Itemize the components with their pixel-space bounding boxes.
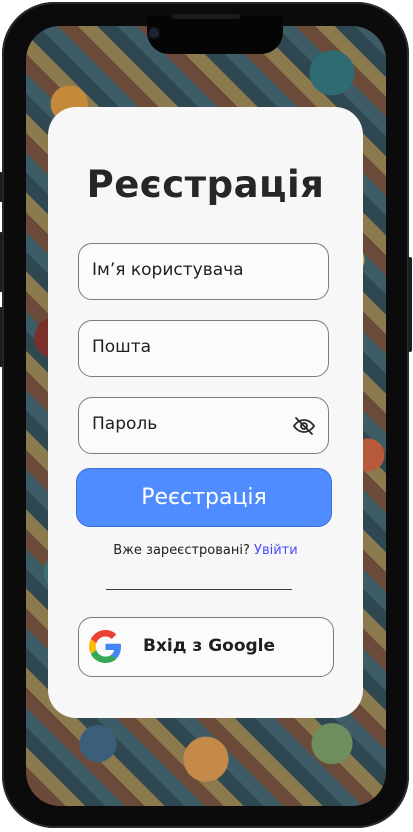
register-button[interactable]: Реєстрація xyxy=(76,468,332,527)
notch xyxy=(147,16,283,54)
password-field[interactable]: Пароль xyxy=(78,397,329,454)
volume-up-button xyxy=(0,232,3,292)
google-signin-label: Вхід з Google xyxy=(143,636,276,656)
google-logo-icon xyxy=(89,630,122,663)
speaker-grille xyxy=(172,14,240,19)
volume-down-button xyxy=(0,307,3,367)
page-title: Реєстрація xyxy=(86,163,325,206)
power-button xyxy=(408,257,412,352)
password-placeholder: Пароль xyxy=(92,414,158,434)
username-field[interactable]: Ім’я користувача xyxy=(78,243,329,300)
mute-switch xyxy=(0,172,3,202)
divider xyxy=(106,589,292,590)
eye-off-icon[interactable] xyxy=(292,414,316,438)
signin-prompt: Вже зареєстровані? Увійти xyxy=(48,543,363,558)
email-field[interactable]: Пошта xyxy=(78,320,329,377)
username-placeholder: Ім’я користувача xyxy=(92,260,244,280)
registration-card: Реєстрація Ім’я користувача Пошта Пароль… xyxy=(48,107,363,718)
google-signin-button[interactable]: Вхід з Google xyxy=(78,617,334,677)
already-registered-text: Вже зареєстровані? xyxy=(113,543,250,558)
front-camera xyxy=(149,28,159,38)
email-placeholder: Пошта xyxy=(92,337,152,357)
login-link[interactable]: Увійти xyxy=(254,543,298,558)
